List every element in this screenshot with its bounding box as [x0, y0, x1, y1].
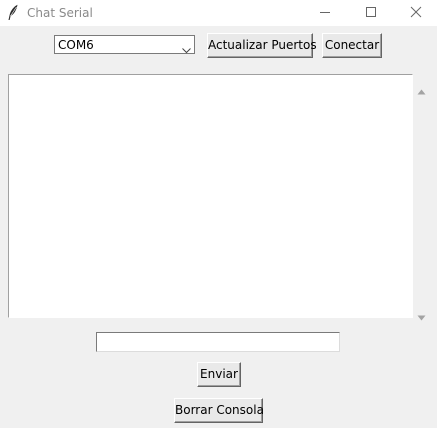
close-icon: [410, 6, 422, 18]
app-window: Chat Serial COM6 Actualizar Puertos Cone…: [0, 0, 437, 428]
scroll-down-icon[interactable]: [417, 306, 426, 321]
maximize-button[interactable]: [348, 0, 394, 26]
port-select[interactable]: COM6: [54, 35, 195, 54]
chevron-down-icon[interactable]: [182, 40, 191, 54]
feather-icon: [7, 4, 19, 21]
console-scrollbar[interactable]: [413, 74, 430, 321]
refresh-ports-button[interactable]: Actualizar Puertos: [207, 33, 317, 58]
port-select-value: COM6: [58, 38, 94, 52]
scroll-up-icon[interactable]: [417, 80, 426, 95]
window-title: Chat Serial: [27, 6, 93, 20]
minimize-button[interactable]: [302, 0, 348, 26]
title-bar[interactable]: Chat Serial: [0, 0, 437, 26]
console-text: [11, 77, 410, 315]
send-button[interactable]: Enviar: [197, 362, 241, 387]
minimize-icon: [320, 12, 330, 13]
message-input[interactable]: [96, 332, 340, 352]
close-button[interactable]: [394, 0, 437, 26]
maximize-icon: [366, 7, 376, 17]
connect-button[interactable]: Conectar: [322, 33, 382, 58]
console-output[interactable]: [8, 74, 413, 318]
clear-console-button[interactable]: Borrar Consola: [174, 398, 264, 423]
